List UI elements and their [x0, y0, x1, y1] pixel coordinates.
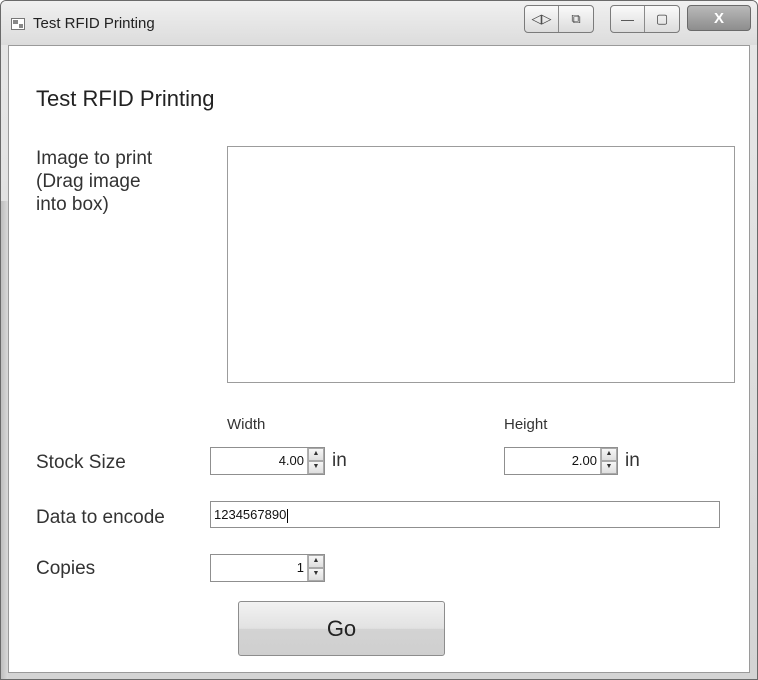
form-body: Test RFID Printing Image to print (Drag … [8, 45, 750, 673]
go-button[interactable]: Go [238, 601, 445, 656]
window-title: Test RFID Printing [33, 15, 155, 32]
minimize-button[interactable]: — [611, 6, 645, 32]
copies-value[interactable]: 1 [211, 555, 307, 581]
height-up-icon[interactable]: ▲ [601, 448, 617, 461]
stock-size-label: Stock Size [36, 452, 126, 473]
width-stepper-arrows: ▲ ▼ [307, 448, 324, 474]
height-label: Height [504, 416, 548, 433]
window-controls: — ▢ [610, 5, 680, 33]
code-view-button[interactable]: ◁▷ [525, 6, 559, 32]
data-to-encode-field[interactable]: 1234567890 [210, 501, 720, 528]
height-stepper-arrows: ▲ ▼ [600, 448, 617, 474]
image-to-print-label: Image to print (Drag image into box) [36, 147, 152, 216]
width-up-icon[interactable]: ▲ [308, 448, 324, 461]
copies-down-icon[interactable]: ▼ [308, 568, 324, 581]
image-label-line-1: Image to print [36, 148, 153, 169]
copies-stepper[interactable]: 1 ▲ ▼ [210, 554, 325, 582]
image-label-line-3: into box) [36, 194, 109, 215]
height-unit-label: in [625, 450, 640, 471]
copies-stepper-arrows: ▲ ▼ [307, 555, 324, 581]
image-label-line-2: (Drag image [36, 171, 141, 192]
height-value[interactable]: 2.00 [505, 448, 600, 474]
close-button[interactable]: X [687, 5, 751, 31]
width-stepper[interactable]: 4.00 ▲ ▼ [210, 447, 325, 475]
pin-window-button[interactable]: ⧉ [559, 6, 593, 32]
text-caret [287, 508, 289, 523]
data-to-encode-label: Data to encode [36, 507, 165, 528]
height-stepper[interactable]: 2.00 ▲ ▼ [504, 447, 618, 475]
data-to-encode-value: 1234567890 [214, 507, 287, 522]
width-value[interactable]: 4.00 [211, 448, 307, 474]
title-bar[interactable]: Test RFID Printing ◁▷ ⧉ — ▢ X [1, 1, 757, 45]
window-left-edge [1, 201, 8, 679]
height-down-icon[interactable]: ▼ [601, 461, 617, 474]
maximize-button[interactable]: ▢ [645, 6, 679, 32]
width-label: Width [227, 416, 266, 433]
width-down-icon[interactable]: ▼ [308, 461, 324, 474]
copies-label: Copies [36, 558, 96, 579]
width-unit-label: in [332, 450, 347, 471]
image-drop-box[interactable] [227, 146, 735, 383]
app-window: Test RFID Printing ◁▷ ⧉ — ▢ X Test RFID … [0, 0, 758, 680]
app-icon [11, 18, 25, 30]
title-extra-buttons: ◁▷ ⧉ [524, 5, 594, 33]
page-title: Test RFID Printing [36, 86, 215, 111]
copies-up-icon[interactable]: ▲ [308, 555, 324, 568]
